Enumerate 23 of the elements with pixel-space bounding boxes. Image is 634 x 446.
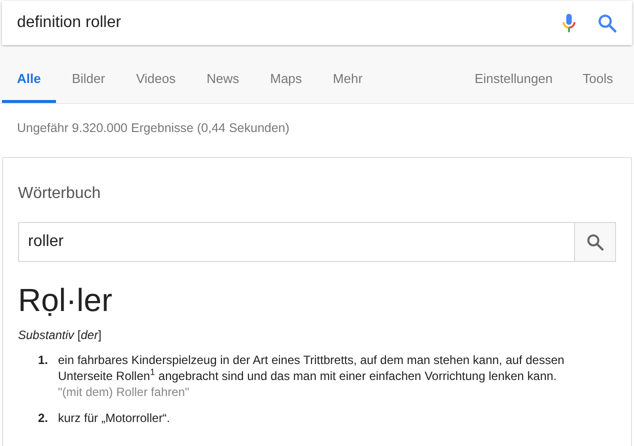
- tab[interactable]: Alle: [2, 58, 56, 103]
- search-input[interactable]: definition roller: [17, 11, 558, 35]
- search-icon: [585, 232, 605, 252]
- tools-link[interactable]: Tools: [568, 58, 628, 103]
- result-stats: Ungefähr 9.320.000 Ergebnisse (0,44 Sekunden): [16, 120, 290, 137]
- word-class: Substantiv [der]: [18, 326, 102, 344]
- tab[interactable]: Mehr: [318, 58, 378, 103]
- definition-text: ein fahrbares Kinderspielzeug in der Art eines Trittbretts, auf dem man stehen kann, auf dessen Unterseite Rollen$^{1}$ angebracht sind und das man mit einer einfachen Vorrichtung lenken kann.: [58, 352, 566, 384]
- usage-example: "(mit dem) Roller fahren": [58, 384, 190, 400]
- definition-number: 2.: [36, 410, 49, 426]
- definition-text: kurz für „Motorroller“.: [58, 410, 172, 426]
- search-field[interactable]: definition roller: [2, 1, 632, 45]
- headword: Rọl·ler: [18, 280, 114, 320]
- tab[interactable]: Videos: [121, 58, 191, 103]
- tab[interactable]: Maps: [255, 58, 317, 103]
- card-title: Wörterbuch: [18, 184, 102, 204]
- tab[interactable]: News: [192, 58, 254, 103]
- tab[interactable]: Bilder: [56, 58, 120, 103]
- definition-number: 1.: [36, 352, 49, 369]
- search-button[interactable]: [596, 12, 618, 34]
- tools-link[interactable]: Einstellungen: [460, 58, 568, 103]
- search-icon: [596, 12, 618, 34]
- dictionary-search-button[interactable]: [574, 222, 615, 261]
